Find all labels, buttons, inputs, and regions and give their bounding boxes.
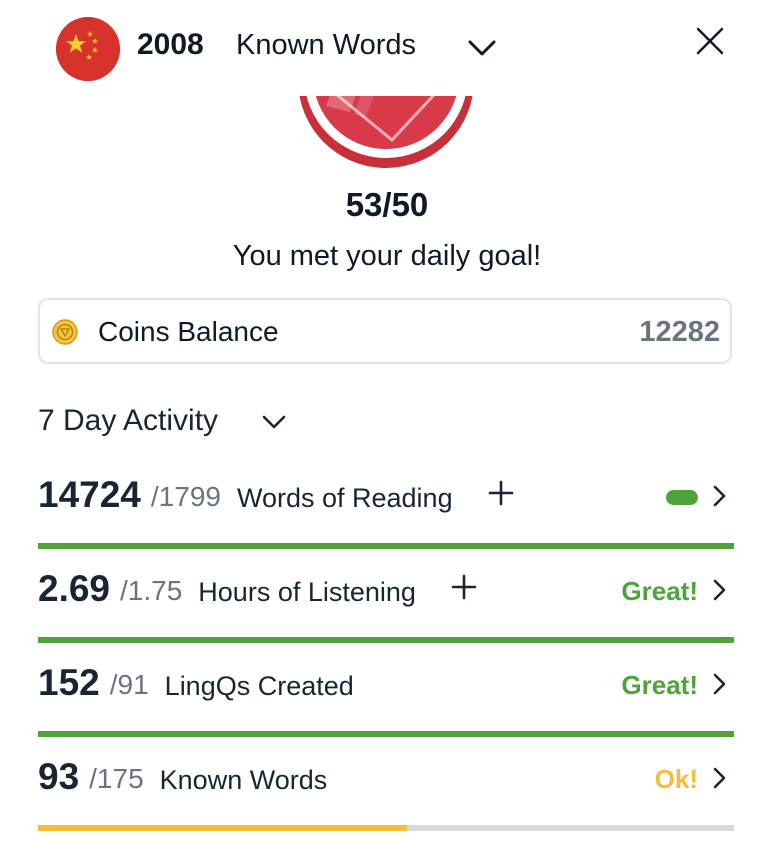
- close-icon[interactable]: [694, 25, 726, 57]
- activity-progress-fill: [38, 637, 734, 643]
- activity-period-title[interactable]: 7 Day Activity: [38, 404, 218, 438]
- daily-goal-progress: 53/50: [345, 186, 429, 223]
- activity-status: Great!: [621, 670, 698, 700]
- activity-target: /1.75: [120, 575, 183, 606]
- chevron-right-icon[interactable]: [710, 671, 728, 697]
- coins-balance-value: 12282: [639, 316, 720, 348]
- activity-progress-bar: [38, 825, 734, 831]
- activity-value: 93: [38, 756, 80, 797]
- activity-row-reading[interactable]: 14724/1799 Words of Reading: [0, 473, 774, 567]
- activity-label: LingQs Created: [164, 671, 354, 701]
- activity-label: Words of Reading: [236, 483, 453, 513]
- activity-progress-fill: [38, 825, 407, 831]
- activity-value: 2.69: [38, 568, 111, 609]
- known-words-label[interactable]: Known Words: [236, 29, 416, 62]
- add-activity-plus-icon[interactable]: [448, 571, 480, 603]
- status-pill-icon: [666, 490, 698, 505]
- activity-row-known-words[interactable]: 93/175 Known Words Ok!: [0, 755, 774, 849]
- add-activity-plus-icon[interactable]: [485, 477, 517, 509]
- china-flag-icon[interactable]: [56, 17, 120, 81]
- chevron-right-icon[interactable]: [710, 765, 728, 791]
- activity-progress-fill: [38, 543, 734, 549]
- activity-target: /1799: [150, 481, 221, 512]
- daily-goal-message: You met your daily goal!: [232, 240, 542, 272]
- chevron-down-icon[interactable]: [466, 36, 498, 60]
- activity-status: Ok!: [654, 764, 698, 794]
- activity-progress-bar: [38, 543, 734, 549]
- activity-value: 14724: [38, 474, 141, 515]
- activity-status: Great!: [621, 576, 698, 606]
- known-words-count[interactable]: 2008: [137, 28, 204, 62]
- activity-label: Hours of Listening: [198, 577, 416, 607]
- activity-row-listening[interactable]: 2.69/1.75 Hours of Listening Great!: [0, 567, 774, 661]
- coins-balance-card[interactable]: Coins Balance 12282: [38, 298, 732, 364]
- activity-progress-fill: [38, 731, 734, 737]
- header: 2008 Known Words: [0, 0, 774, 96]
- activity-value: 152: [38, 662, 100, 703]
- activity-progress-bar: [38, 731, 734, 737]
- activity-label: Known Words: [159, 765, 328, 795]
- activity-progress-bar: [38, 637, 734, 643]
- coins-balance-label: Coins Balance: [98, 316, 279, 347]
- coin-icon: [52, 319, 78, 345]
- chevron-right-icon[interactable]: [710, 577, 728, 603]
- activity-chevron-down-icon[interactable]: [260, 410, 288, 434]
- activity-target: /91: [109, 669, 149, 700]
- activity-target: /175: [89, 763, 144, 794]
- chevron-right-icon[interactable]: [710, 483, 728, 509]
- activity-row-lingqs[interactable]: 152/91 LingQs Created Great!: [0, 661, 774, 755]
